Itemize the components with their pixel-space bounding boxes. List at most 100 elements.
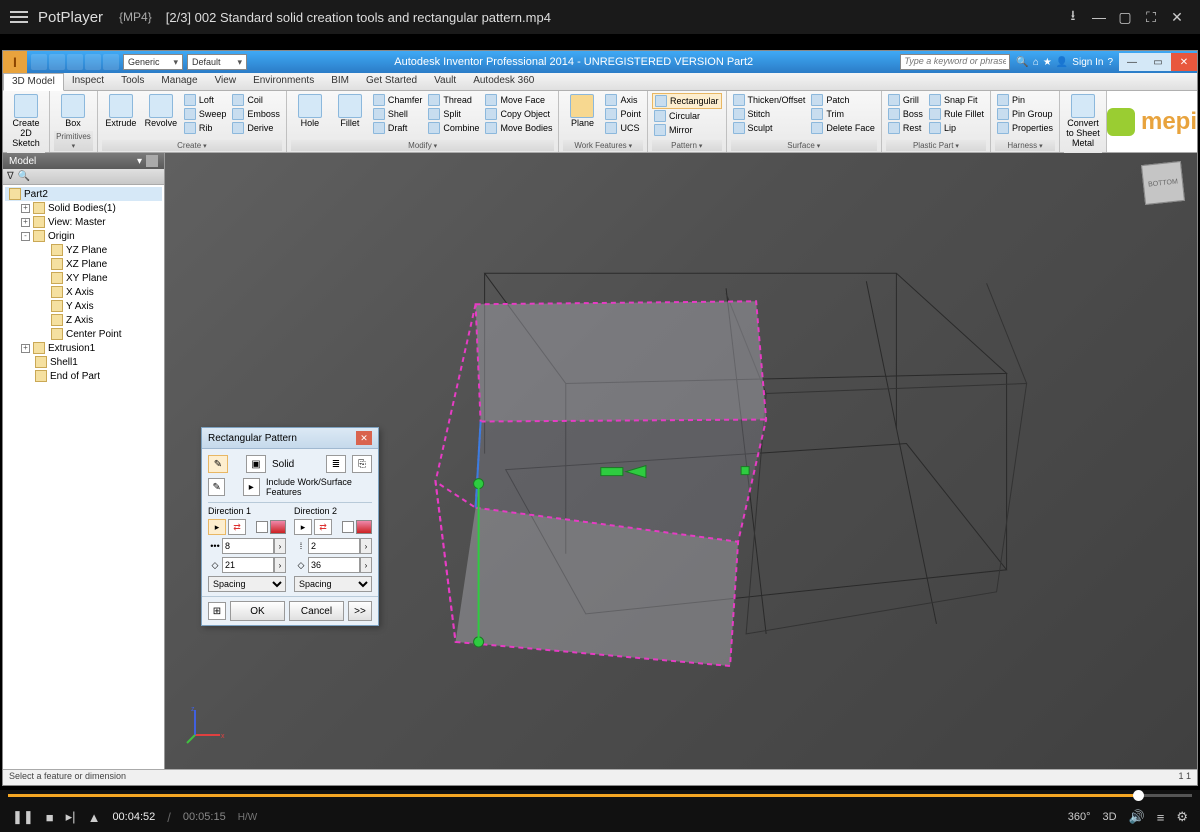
qat-new-icon[interactable] — [31, 54, 47, 70]
dir1-distance-more[interactable]: › — [274, 557, 286, 573]
tree-root[interactable]: Part2 — [5, 187, 162, 201]
snap-fit-button[interactable]: Snap Fit — [927, 93, 986, 107]
tree-item[interactable]: -Origin — [5, 229, 162, 243]
delete-face-button[interactable]: Delete Face — [809, 121, 877, 135]
hole-button[interactable]: Hole — [291, 92, 329, 131]
seek-bar[interactable] — [0, 790, 1200, 802]
sweep-button[interactable]: Sweep — [182, 107, 229, 121]
plane-button[interactable]: Plane — [563, 92, 601, 131]
features-selector-button[interactable]: ✎ — [208, 455, 228, 473]
360-button[interactable]: 360° — [1068, 811, 1091, 823]
quick-access-toolbar[interactable] — [27, 54, 123, 70]
axis-triad[interactable]: x z — [185, 705, 225, 745]
dir2-distance-input[interactable] — [308, 557, 360, 573]
tree-item[interactable]: XZ Plane — [5, 257, 162, 271]
search-input[interactable] — [900, 54, 1010, 70]
ok-button[interactable]: OK — [230, 601, 285, 621]
rib-button[interactable]: Rib — [182, 121, 229, 135]
dialog-close-icon[interactable]: ✕ — [356, 431, 372, 445]
tree-item[interactable]: X Axis — [5, 285, 162, 299]
panel-modify[interactable]: Modify — [291, 140, 555, 151]
help-icon[interactable]: 🔍 — [1016, 57, 1028, 68]
qat-undo-icon[interactable] — [85, 54, 101, 70]
convert-sheet-metal-button[interactable]: Convert to Sheet Metal — [1064, 92, 1102, 151]
copy-object-button[interactable]: Copy Object — [483, 107, 554, 121]
volume-icon[interactable]: 🔊 — [1129, 809, 1145, 825]
dir2-distance-more[interactable]: › — [360, 557, 372, 573]
grill-button[interactable]: Grill — [886, 93, 925, 107]
thread-button[interactable]: Thread — [426, 93, 481, 107]
filter-icon[interactable]: ∇ — [7, 171, 14, 182]
dir1-count-input[interactable] — [222, 538, 274, 554]
tab-vault[interactable]: Vault — [426, 73, 465, 90]
model-tree[interactable]: Part2 +Solid Bodies(1)+View: Master-Orig… — [3, 185, 164, 769]
move-face-button[interactable]: Move Face — [483, 93, 554, 107]
fillet-button[interactable]: Fillet — [331, 92, 369, 131]
mirror-button[interactable]: Mirror — [652, 123, 722, 137]
dir1-mode-select[interactable]: Spacing — [208, 576, 286, 592]
derive-button[interactable]: Derive — [230, 121, 282, 135]
dir2-color-swatch[interactable] — [356, 520, 372, 534]
dir1-pick-button[interactable]: ▸ — [208, 519, 226, 535]
user-icon[interactable]: 👤 — [1056, 57, 1068, 68]
style-combo[interactable]: Generic — [123, 54, 183, 70]
dir2-mode-select[interactable]: Spacing — [294, 576, 372, 592]
tab-environments[interactable]: Environments — [245, 73, 323, 90]
panel-primitives[interactable]: Primitives — [54, 131, 93, 151]
tab-manage[interactable]: Manage — [153, 73, 206, 90]
combine-button[interactable]: Combine — [426, 121, 481, 135]
tree-item[interactable]: XY Plane — [5, 271, 162, 285]
tree-item[interactable]: +View: Master — [5, 215, 162, 229]
viewport[interactable]: BOTTOM x z Rectangular Pattern ✕ ✎ — [165, 153, 1197, 769]
browser-header[interactable]: Model▾ — [3, 153, 164, 169]
rule-fillet-button[interactable]: Rule Fillet — [927, 107, 986, 121]
rest-button[interactable]: Rest — [886, 121, 925, 135]
split-button[interactable]: Split — [426, 107, 481, 121]
chamfer-button[interactable]: Chamfer — [371, 93, 425, 107]
app-restore-icon[interactable]: ▭ — [1145, 53, 1171, 71]
settings-icon[interactable]: ⚙ — [1176, 809, 1188, 825]
cancel-button[interactable]: Cancel — [289, 601, 344, 621]
sculpt-button[interactable]: Sculpt — [731, 121, 808, 135]
tree-item[interactable]: YZ Plane — [5, 243, 162, 257]
patch-button[interactable]: Patch — [809, 93, 877, 107]
list-button[interactable]: ≣ — [326, 455, 346, 473]
stop-icon[interactable]: ■ — [46, 810, 54, 825]
include-pick-button[interactable]: ▸ — [243, 478, 260, 496]
emboss-button[interactable]: Emboss — [230, 107, 282, 121]
tree-item[interactable]: +Extrusion1 — [5, 341, 162, 355]
tree-item[interactable]: Z Axis — [5, 313, 162, 327]
dir1-flip-button[interactable]: ⇄ — [228, 519, 246, 535]
next-icon[interactable]: ▸| — [66, 809, 76, 825]
stitch-button[interactable]: Stitch — [731, 107, 808, 121]
tree-item[interactable]: End of Part — [5, 369, 162, 383]
model-browser[interactable]: Model▾ ∇ 🔍 Part2 +Solid Bodies(1)+View: … — [3, 153, 165, 769]
extrude-button[interactable]: Extrude — [102, 92, 140, 131]
coil-button[interactable]: Coil — [230, 93, 282, 107]
dir2-count-input[interactable] — [308, 538, 360, 554]
dialog-expand-button[interactable]: ⊞ — [208, 602, 226, 620]
browser-undock-icon[interactable] — [146, 155, 158, 167]
properties-button[interactable]: Properties — [995, 121, 1055, 135]
move-bodies-button[interactable]: Move Bodies — [483, 121, 554, 135]
loft-button[interactable]: Loft — [182, 93, 229, 107]
pin-button[interactable]: Pin — [995, 93, 1055, 107]
more-button[interactable]: >> — [348, 601, 372, 621]
inventor-logo-icon[interactable]: I — [3, 51, 27, 73]
dir1-midplane-check[interactable] — [256, 521, 268, 533]
tab-get-started[interactable]: Get Started — [358, 73, 426, 90]
link-button[interactable]: ⎘ — [352, 455, 372, 473]
qat-save-icon[interactable] — [67, 54, 83, 70]
shell-button[interactable]: Shell — [371, 107, 425, 121]
playlist-icon[interactable]: ≡ — [1157, 810, 1165, 825]
fullscreen-icon[interactable]: ⛶ — [1138, 9, 1164, 26]
dir1-count-more[interactable]: › — [274, 538, 286, 554]
tab-autodesk-360[interactable]: Autodesk 360 — [465, 73, 543, 90]
app-minimize-icon[interactable]: — — [1119, 53, 1145, 71]
eject-icon[interactable]: ▲ — [88, 810, 101, 825]
lip-button[interactable]: Lip — [927, 121, 986, 135]
pin-icon[interactable]: ⭳ — [1060, 5, 1086, 29]
boss-button[interactable]: Boss — [886, 107, 925, 121]
viewcube[interactable]: BOTTOM — [1141, 161, 1185, 205]
trim-button[interactable]: Trim — [809, 107, 877, 121]
